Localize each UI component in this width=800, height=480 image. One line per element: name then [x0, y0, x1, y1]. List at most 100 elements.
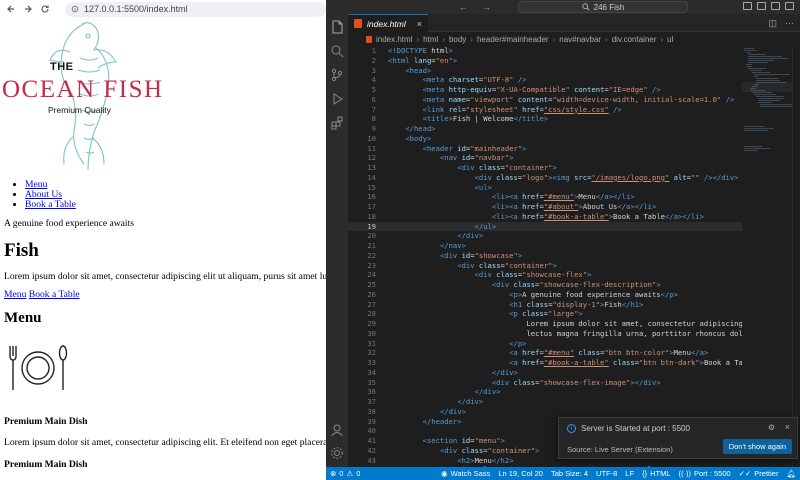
explorer-icon[interactable] [330, 20, 344, 34]
search-icon[interactable] [330, 44, 344, 58]
code-line[interactable]: 34 </div> [348, 368, 742, 378]
code-line[interactable]: 28 <p class="large"> [348, 309, 742, 319]
breadcrumb-item[interactable]: index.html [376, 35, 412, 44]
code-text: <div class="container"> [439, 445, 540, 455]
breadcrumb-item[interactable]: header#mainheader [477, 35, 549, 44]
forward-arrow-icon[interactable] [23, 4, 33, 14]
account-icon[interactable] [330, 423, 344, 437]
code-line[interactable]: 35 <div class="showcase-flex-image"></di… [348, 378, 742, 388]
menu-link[interactable]: Menu [4, 289, 26, 300]
reload-icon[interactable] [40, 4, 50, 14]
code-line[interactable]: 10 <body> [348, 134, 742, 144]
line-number: 27 [367, 299, 376, 309]
code-line[interactable]: 6 <meta name="viewport" content="width=d… [348, 95, 742, 105]
live-server-status[interactable]: ((·)) Port : 5500 [675, 469, 735, 478]
split-editor-icon[interactable]: ◫ [768, 18, 777, 29]
minimap[interactable] [742, 46, 792, 246]
code-line[interactable]: 21 </nav> [348, 241, 742, 251]
code-line[interactable]: 8 <title>Fish | Welcome</title> [348, 114, 742, 124]
code-line[interactable]: 36 </div> [348, 387, 742, 397]
code-line[interactable]: 13 <div class="container"> [348, 163, 742, 173]
tab-index-html[interactable]: index.html × [348, 14, 429, 32]
customize-layout-icon[interactable] [785, 2, 794, 10]
close-icon[interactable]: × [785, 422, 790, 432]
prettier-status[interactable]: ✓✓ Prettier [735, 469, 783, 478]
line-number: 15 [367, 182, 376, 192]
code-line[interactable]: 32 <a href="#menu" class="btn btn-color"… [348, 348, 742, 358]
breadcrumb-item[interactable]: body [449, 35, 466, 44]
site-info-icon[interactable] [71, 5, 79, 13]
tab-size-status[interactable]: Tab Size: 4 [547, 469, 592, 478]
line-number: 36 [367, 387, 376, 397]
code-line[interactable]: 37 </div> [348, 397, 742, 407]
back-arrow-icon[interactable] [6, 4, 16, 14]
code-line[interactable]: 25 <div class="showcase-flex-description… [348, 280, 742, 290]
code-line[interactable]: 29 Lorem ipsum dolor sit amet, consectet… [348, 319, 742, 329]
port-label: Port : 5500 [694, 469, 731, 478]
editor-scrollbar[interactable] [792, 46, 800, 467]
code-line[interactable]: 12 <nav id="navbar"> [348, 153, 742, 163]
eol-status[interactable]: LF [621, 469, 638, 478]
forward-arrow-icon[interactable]: → [482, 2, 491, 12]
notifications-bell-status[interactable]: 🔔︎ [782, 469, 800, 478]
code-line[interactable]: 7 <link rel="stylesheet" href="css/style… [348, 105, 742, 115]
code-line[interactable]: 1 <!DOCTYPE html> [348, 46, 742, 56]
code-line[interactable]: 16 <li><a href="#menu">Menu</a></li> [348, 192, 742, 202]
source-control-icon[interactable] [330, 68, 344, 82]
settings-gear-icon[interactable] [330, 446, 344, 460]
cursor-position-status[interactable]: Ln 19, Col 20 [494, 469, 547, 478]
address-bar[interactable]: 127.0.0.1:5500/index.html [65, 1, 326, 17]
dont-show-again-button[interactable]: Don't show again [722, 439, 792, 454]
book-table-link[interactable]: Book a Table [29, 289, 80, 300]
more-actions-icon[interactable]: ··· [785, 18, 794, 29]
code-line[interactable]: 2 <html lang="en"> [348, 56, 742, 66]
code-line[interactable]: 23 <div class="container"> [348, 261, 742, 271]
code-line[interactable]: 19 </ul> [348, 221, 742, 232]
code-line[interactable]: 33 <a href="#book-a-table" class="btn bt… [348, 358, 742, 368]
run-debug-icon[interactable] [330, 92, 344, 106]
code-line[interactable]: 27 <h1 class="display-1">Fish</h1> [348, 300, 742, 310]
code-line[interactable]: 9 </head> [348, 124, 742, 134]
line-number: 12 [367, 153, 376, 163]
close-icon[interactable]: × [417, 19, 422, 29]
code-line[interactable]: 31 </p> [348, 339, 742, 349]
code-text: <nav id="navbar"> [439, 153, 514, 163]
code-line[interactable]: 3 <head> [348, 66, 742, 76]
nav-link-book-table[interactable]: Book a Table [25, 199, 76, 210]
code-line[interactable]: 24 <div class="showcase-flex"> [348, 270, 742, 280]
line-number: 4 [371, 75, 376, 85]
language-status[interactable]: {} HTML [638, 469, 674, 478]
code-line[interactable]: 18 <li><a href="#book-a-table">Book a Ta… [348, 212, 742, 222]
code-text: <meta charset="UTF-8" /> [422, 75, 527, 85]
gear-icon[interactable]: ⚙ [768, 423, 775, 432]
command-center[interactable]: 246 Fish [518, 1, 688, 13]
breadcrumb-item[interactable]: nav#navbar [559, 35, 601, 44]
code-line[interactable]: 30 lectus magna fringilla urna, porttito… [348, 329, 742, 339]
code-line[interactable]: 38 </div> [348, 407, 742, 417]
code-text: </head> [405, 124, 436, 133]
code-line[interactable]: 11 <header id="mainheader"> [348, 144, 742, 154]
code-line[interactable]: 22 <div id="showcase"> [348, 251, 742, 261]
breadcrumb-item[interactable]: div.container [612, 35, 657, 44]
code-line[interactable]: 15 <ul> [348, 183, 742, 193]
back-arrow-icon[interactable]: ← [459, 2, 468, 12]
code-line[interactable]: 14 <div class="logo"><img src="/images/l… [348, 173, 742, 183]
toggle-panel-icon[interactable] [757, 2, 766, 10]
breadcrumb-item[interactable]: ul [667, 35, 673, 44]
encoding-status[interactable]: UTF-8 [592, 469, 621, 478]
code-line[interactable]: 17 <li><a href="#about">About Us</a></li… [348, 202, 742, 212]
code-editor[interactable]: 1 <!DOCTYPE html> 2 <html lang="en"> 3 <head… [348, 46, 742, 467]
code-text: <h1 class="display-1">Fish</h1> [509, 299, 644, 309]
line-number: 23 [367, 260, 376, 270]
watch-sass-status[interactable]: ◉ Watch Sass [437, 469, 494, 478]
code-line[interactable]: 5 <meta http-equiv="X-UA-Compatible" con… [348, 85, 742, 95]
extensions-icon[interactable] [330, 116, 344, 130]
code-text: Lorem ipsum dolor sit amet, consectetur … [526, 319, 742, 328]
code-line[interactable]: 26 <p>A genuine food experience awaits</… [348, 290, 742, 300]
toggle-sidebar-icon[interactable] [743, 2, 752, 10]
problems-status[interactable]: ⊗ 0 ⚠ 0 [326, 469, 364, 478]
code-line[interactable]: 4 <meta charset="UTF-8" /> [348, 75, 742, 85]
code-line[interactable]: 20 </div> [348, 231, 742, 241]
toggle-secondary-sidebar-icon[interactable] [771, 2, 780, 10]
breadcrumb-item[interactable]: html [423, 35, 438, 44]
